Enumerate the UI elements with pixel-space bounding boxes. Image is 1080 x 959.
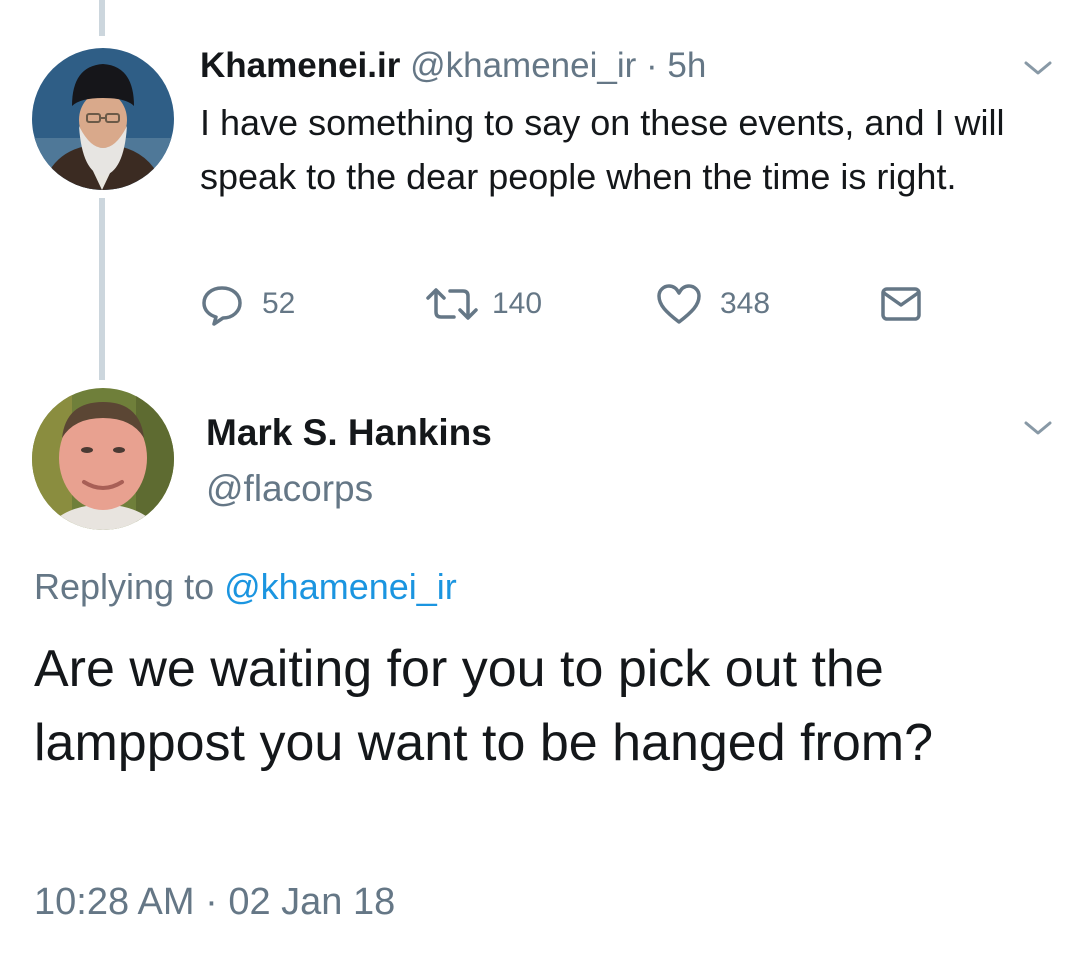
thread-line-top [99, 0, 105, 36]
replying-to-label: Replying to [34, 566, 215, 607]
heart-icon [657, 284, 701, 324]
retweet-action[interactable]: 140 [424, 280, 542, 328]
chevron-down-icon [1024, 421, 1052, 435]
like-count: 348 [720, 287, 771, 320]
parent-menu-button[interactable] [1022, 58, 1054, 78]
thread-line-bottom [99, 198, 105, 380]
retweet-count: 140 [492, 287, 543, 320]
parent-display-name[interactable]: Khamenei.ir [200, 46, 400, 85]
reply-tweet-text: Are we waiting for you to pick out the l… [34, 640, 934, 772]
portrait-icon [32, 388, 174, 530]
reply-handle[interactable]: @flacorps [206, 466, 373, 512]
reply-menu-button[interactable] [1022, 418, 1054, 438]
reply-display-name[interactable]: Mark S. Hankins [206, 410, 492, 456]
parent-actions-bar: 52 140 348 [200, 280, 960, 328]
reply-action[interactable]: 52 [200, 280, 295, 328]
like-action[interactable]: 348 [656, 280, 770, 328]
reply-icon [202, 286, 242, 326]
chevron-down-icon [1024, 61, 1052, 75]
parent-time[interactable]: 5h [667, 46, 706, 85]
reply-avatar[interactable] [32, 388, 174, 530]
portrait-icon [32, 48, 174, 190]
replying-to-handle-link[interactable]: @khamenei_ir [224, 566, 457, 607]
retweet-icon [426, 288, 478, 320]
reply-timestamp[interactable]: 10:28 AM · 02 Jan 18 [34, 878, 395, 926]
header-separator: · [646, 46, 658, 85]
envelope-icon [881, 287, 921, 321]
parent-tweet-header: Khamenei.ir @khamenei_ir · 5h [200, 44, 706, 88]
parent-avatar[interactable] [32, 48, 174, 190]
parent-tweet-text: I have something to say on these events,… [200, 102, 1005, 197]
parent-handle[interactable]: @khamenei_ir [410, 46, 636, 85]
reply-count: 52 [262, 287, 296, 320]
direct-message-action[interactable] [880, 280, 922, 328]
replying-to-line: Replying to @khamenei_ir [34, 564, 457, 610]
